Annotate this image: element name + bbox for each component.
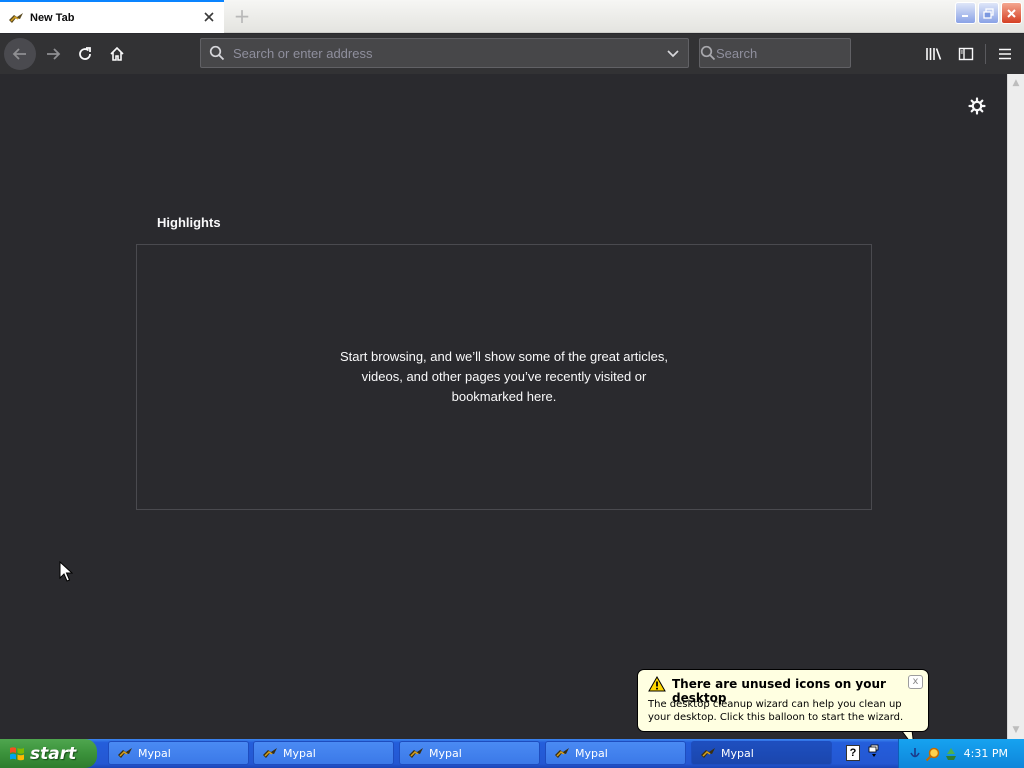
mypal-icon <box>409 748 423 758</box>
network-icon[interactable] <box>907 746 923 762</box>
restore-button[interactable] <box>978 2 999 24</box>
highlights-section: Start browsing, and we’ll show some of t… <box>136 244 872 510</box>
address-bar[interactable] <box>200 38 689 68</box>
start-label: start <box>30 743 77 764</box>
taskbar-item-label: Mypal <box>429 746 462 760</box>
tab-strip: New Tab + <box>0 0 1024 33</box>
sidebar-button[interactable] <box>954 42 978 66</box>
close-icon[interactable] <box>202 10 216 24</box>
taskbar-item-label: Mypal <box>575 746 608 760</box>
forward-icon <box>47 48 61 60</box>
system-tray: 4:31 PM <box>898 739 1024 768</box>
back-button[interactable] <box>4 38 36 70</box>
mypal-icon <box>701 748 715 758</box>
mypal-icon <box>263 748 277 758</box>
warning-icon <box>648 676 666 692</box>
highlights-title: Highlights <box>157 215 221 230</box>
highlights-empty-message: Start browsing, and we’ll show some of t… <box>339 349 669 404</box>
library-button[interactable] <box>922 42 946 66</box>
window-controls <box>955 2 1022 24</box>
scroll-down-icon[interactable]: ▼ <box>1011 725 1021 735</box>
vertical-scrollbar[interactable]: ▲ ▼ <box>1007 74 1024 739</box>
window-close-icon <box>1007 8 1016 18</box>
restore-icon <box>983 7 994 19</box>
search-input[interactable] <box>716 45 892 61</box>
balloon-body: The desktop cleanup wizard can help you … <box>648 699 904 723</box>
taskbar-item-mypal-active[interactable]: Mypal <box>691 741 832 765</box>
home-button[interactable] <box>101 38 133 70</box>
taskbar-item-label: Mypal <box>721 746 754 760</box>
taskbar-item-mypal[interactable]: Mypal <box>545 741 686 765</box>
clock[interactable]: 4:31 PM <box>964 747 1008 760</box>
reload-button[interactable] <box>69 38 101 70</box>
start-button[interactable]: start <box>0 739 97 768</box>
forward-button[interactable] <box>37 38 69 70</box>
taskbar-item-mypal[interactable]: Mypal <box>399 741 540 765</box>
balloon-close-button[interactable]: x <box>908 675 923 689</box>
search-tray-icon[interactable] <box>925 746 941 762</box>
minimize-button[interactable] <box>955 2 976 24</box>
mypal-icon <box>118 748 132 758</box>
hamburger-menu-icon <box>999 48 1011 60</box>
chevron-down-icon[interactable] <box>658 39 688 67</box>
windows-logo-icon <box>10 746 24 760</box>
new-tab-button[interactable]: + <box>232 6 252 26</box>
help-icon[interactable]: ? <box>846 745 860 761</box>
search-icon <box>201 39 233 67</box>
taskbar: start Mypal Mypal Mypal Mypal Mypal ? 4:… <box>0 739 1024 768</box>
taskbar-item-mypal[interactable]: Mypal <box>253 741 394 765</box>
search-icon <box>700 39 716 67</box>
new-tab-page: Highlights Start browsing, and we’ll sho… <box>0 74 1007 739</box>
sidebar-icon <box>958 47 974 61</box>
mypal-icon <box>555 748 569 758</box>
back-icon <box>12 48 26 60</box>
tab-new-tab[interactable]: New Tab <box>0 0 224 33</box>
recycle-icon[interactable] <box>943 746 959 762</box>
taskbar-item-label: Mypal <box>283 746 316 760</box>
gear-icon <box>968 97 986 115</box>
reload-icon <box>79 47 91 60</box>
customize-button[interactable] <box>965 94 989 118</box>
window-close-button[interactable] <box>1001 2 1022 24</box>
search-bar[interactable] <box>699 38 892 68</box>
windows-switch-icon[interactable] <box>868 744 880 758</box>
taskbar-item-mypal[interactable]: Mypal <box>108 741 249 765</box>
address-input[interactable] <box>233 45 658 61</box>
mouse-pointer-icon <box>59 561 73 582</box>
notification-balloon[interactable]: There are unused icons on your desktop x… <box>637 669 929 732</box>
mypal-icon <box>8 10 24 26</box>
library-icon <box>926 48 942 60</box>
minimize-icon <box>961 15 968 17</box>
menu-button[interactable] <box>993 42 1017 66</box>
scroll-up-icon[interactable]: ▲ <box>1011 78 1021 88</box>
taskbar-item-label: Mypal <box>138 746 171 760</box>
tab-title: New Tab <box>30 11 75 24</box>
toolbar-separator <box>985 44 986 64</box>
navigation-toolbar <box>0 34 1024 74</box>
home-icon <box>110 46 124 61</box>
